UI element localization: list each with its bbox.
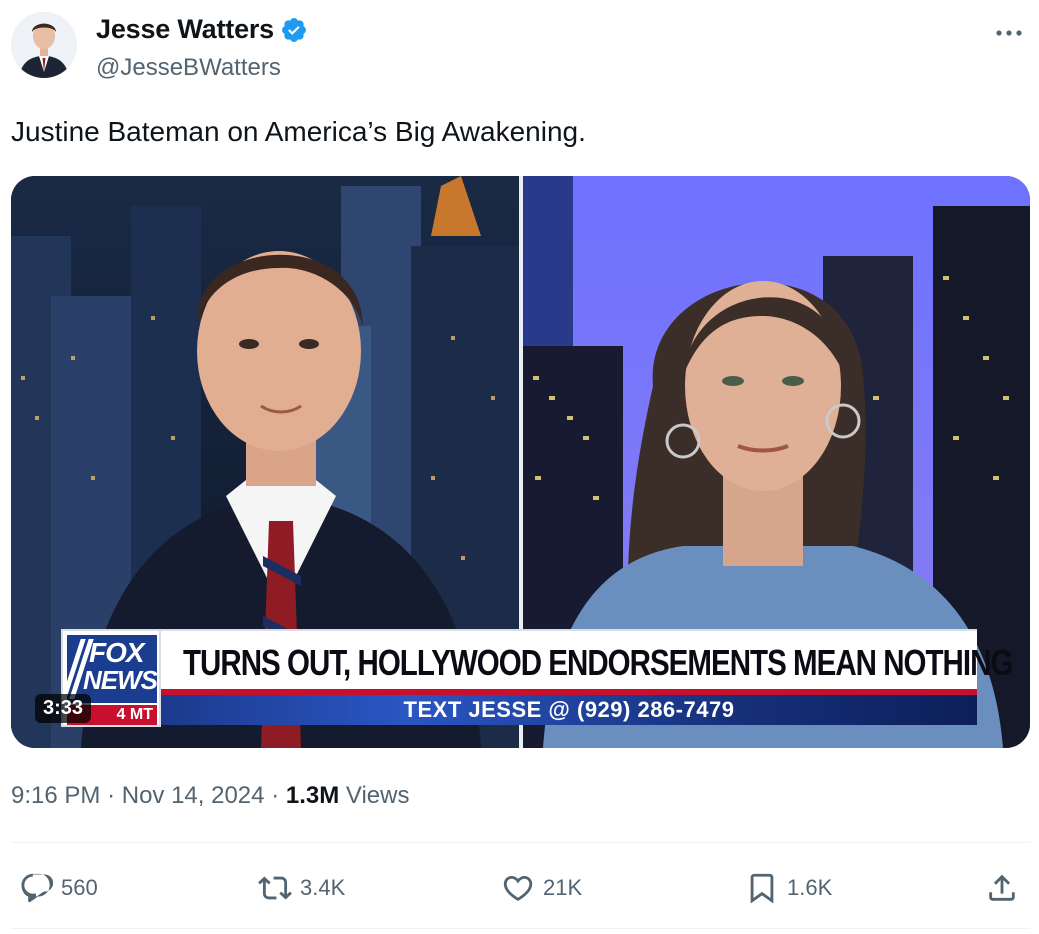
tweet-actions: 560 3.4K 21K 1.6K — [11, 860, 1030, 916]
repost-button[interactable]: 3.4K — [258, 860, 345, 916]
fox-news-logo-mark: FOX NEWS — [61, 635, 158, 703]
verified-badge-icon[interactable] — [280, 16, 308, 44]
more-options-button[interactable] — [991, 20, 1027, 46]
tweet-meta: 9:16 PM · Nov 14, 2024 · 1.3M Views — [11, 782, 409, 810]
author-name-row: Jesse Watters — [96, 14, 308, 45]
meta-separator: · — [107, 782, 122, 809]
meta-separator: · — [271, 782, 286, 809]
video-player[interactable]: FOX NEWS 4 MT TURNS OUT, HOLLYWOOD ENDOR… — [11, 176, 1030, 748]
bookmark-count: 1.6K — [787, 875, 833, 900]
chyron-headline-box: TURNS OUT, HOLLYWOOD ENDORSEMENTS MEAN N… — [161, 629, 1013, 695]
bookmark-button[interactable]: 1.6K — [745, 860, 832, 916]
author-avatar[interactable] — [11, 12, 77, 78]
views-label: Views — [345, 782, 410, 809]
news-chyron: FOX NEWS 4 MT TURNS OUT, HOLLYWOOD ENDOR… — [61, 629, 1013, 727]
author-handle[interactable]: @JesseBWatters — [96, 54, 281, 82]
more-horizontal-icon — [996, 30, 1022, 36]
repost-icon — [258, 876, 292, 900]
author-name[interactable]: Jesse Watters — [96, 14, 274, 45]
chyron-subline: TEXT JESSE @ (929) 286-7479 — [161, 695, 977, 725]
reply-count: 560 — [61, 875, 98, 900]
repost-count: 3.4K — [300, 875, 346, 900]
chyron-headline: TURNS OUT, HOLLYWOOD ENDORSEMENTS MEAN N… — [183, 642, 1013, 683]
tweet-text: Justine Bateman on America’s Big Awakeni… — [11, 116, 586, 147]
heart-icon — [503, 875, 533, 901]
reply-button[interactable]: 560 — [19, 860, 98, 916]
share-button[interactable] — [985, 860, 1019, 916]
video-duration: 3:33 — [35, 694, 92, 723]
reply-icon — [21, 873, 53, 903]
bookmark-icon — [750, 873, 774, 904]
divider — [11, 928, 1030, 929]
like-button[interactable]: 21K — [501, 860, 582, 916]
share-icon — [989, 874, 1015, 901]
tweet-time[interactable]: 9:16 PM — [11, 782, 100, 809]
like-count: 21K — [543, 875, 583, 900]
tweet-date[interactable]: Nov 14, 2024 — [122, 782, 265, 809]
views-count: 1.3M — [285, 782, 340, 809]
logo-news-text: NEWS — [83, 665, 158, 695]
divider — [11, 842, 1030, 843]
avatar-image — [11, 12, 77, 78]
